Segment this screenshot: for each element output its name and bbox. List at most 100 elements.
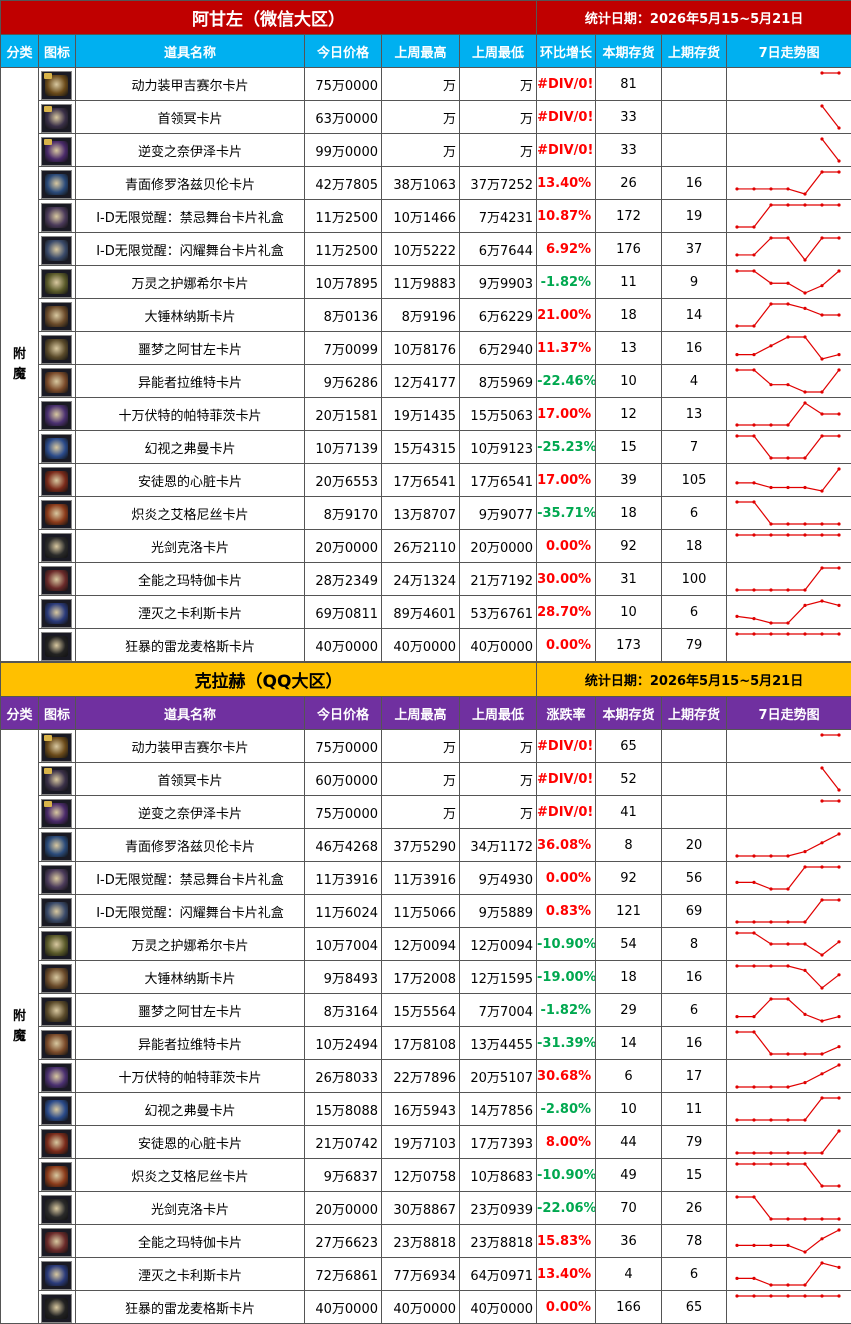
change-rate: -2.80% — [537, 1093, 596, 1126]
trend-point — [837, 1015, 840, 1018]
item-name: 湮灭之卡利斯卡片 — [76, 596, 305, 629]
trend-point — [837, 1294, 840, 1297]
item-name: 噩梦之阿甘左卡片 — [76, 994, 305, 1027]
trend-point — [786, 964, 789, 967]
today-price: 40万0000 — [305, 629, 382, 662]
item-name: 幻视之弗曼卡片 — [76, 1093, 305, 1126]
previous-stock: 6 — [662, 1258, 727, 1291]
table-row: 青面修罗洛兹贝伦卡片42万780538万106337万725213.40%261… — [1, 167, 851, 200]
trend-point — [735, 481, 738, 484]
trend-sparkline — [727, 1159, 851, 1192]
last-week-high: 17万8108 — [382, 1027, 460, 1060]
current-stock: 54 — [596, 928, 662, 961]
trend-point — [820, 203, 823, 206]
sparkline-chart — [727, 234, 851, 265]
blue-card-icon — [41, 599, 72, 628]
current-stock: 18 — [596, 961, 662, 994]
table-row: 光剑克洛卡片20万000030万886723万0939-22.06%7026 — [1, 1192, 851, 1225]
previous-stock: 6 — [662, 497, 727, 530]
gold-armor-card-icon — [41, 733, 72, 762]
last-week-high: 38万1063 — [382, 167, 460, 200]
current-stock: 11 — [596, 266, 662, 299]
table-row: 全能之玛特伽卡片28万234924万132421万719230.00%31100 — [1, 563, 851, 596]
trend-point — [769, 1243, 772, 1246]
trend-point — [837, 522, 840, 525]
current-stock: 29 — [596, 994, 662, 1027]
last-week-low: 40万0000 — [460, 1291, 537, 1324]
change-rate: #DIV/0! — [537, 796, 596, 829]
qq-col-header: 7日走势图 — [727, 697, 851, 730]
trend-point — [837, 1184, 840, 1187]
icon-cell — [39, 365, 76, 398]
red-card-icon — [41, 1129, 72, 1158]
trend-point — [820, 1151, 823, 1154]
trend-point — [735, 588, 738, 591]
icon-cell — [39, 431, 76, 464]
trend-point — [820, 533, 823, 536]
icon-cell — [39, 101, 76, 134]
last-week-high: 10万5222 — [382, 233, 460, 266]
previous-stock: 78 — [662, 1225, 727, 1258]
icon-cell — [39, 1192, 76, 1225]
trend-point — [803, 1283, 806, 1286]
blue-card-icon — [41, 832, 72, 861]
trend-point — [786, 1085, 789, 1088]
trend-point — [837, 1096, 840, 1099]
trend-point — [735, 353, 738, 356]
trend-point — [820, 522, 823, 525]
wechat-col-header: 上周最低 — [460, 35, 537, 68]
sparkline-chart — [727, 366, 851, 397]
trend-point — [820, 953, 823, 956]
trend-point — [769, 522, 772, 525]
trend-line — [737, 1131, 839, 1153]
trend-line — [737, 1197, 839, 1219]
previous-stock: 9 — [662, 266, 727, 299]
last-week-low: 万 — [460, 68, 537, 101]
last-week-high: 17万2008 — [382, 961, 460, 994]
icon-cell — [39, 266, 76, 299]
trend-point — [837, 940, 840, 943]
sparkline-chart — [727, 731, 851, 762]
previous-stock — [662, 763, 727, 796]
trend-point — [820, 766, 823, 769]
previous-stock: 79 — [662, 629, 727, 662]
last-week-high: 11万9883 — [382, 266, 460, 299]
last-week-low: 34万1172 — [460, 829, 537, 862]
trend-line — [737, 1263, 839, 1285]
last-week-low: 7万7004 — [460, 994, 537, 1027]
trend-point — [803, 203, 806, 206]
last-week-high: 16万5943 — [382, 1093, 460, 1126]
item-name: 青面修罗洛兹贝伦卡片 — [76, 829, 305, 862]
current-stock: 8 — [596, 829, 662, 862]
change-rate: -1.82% — [537, 266, 596, 299]
blue-card-icon — [41, 170, 72, 199]
trend-point — [786, 920, 789, 923]
trend-point — [735, 632, 738, 635]
wechat-table: 阿甘左（微信大区）统计日期：2026年5月15~5月21日分类图标道具名称今日价… — [0, 0, 851, 662]
current-stock: 166 — [596, 1291, 662, 1324]
trend-line — [737, 601, 839, 623]
current-stock: 52 — [596, 763, 662, 796]
qq-region-title: 克拉赫（QQ大区） — [1, 663, 537, 697]
today-price: 42万7805 — [305, 167, 382, 200]
qq-title-row: 克拉赫（QQ大区）统计日期：2026年5月15~5月21日 — [1, 663, 851, 697]
today-price: 99万0000 — [305, 134, 382, 167]
trend-point — [769, 203, 772, 206]
trend-point — [786, 1118, 789, 1121]
red-card-icon — [41, 467, 72, 496]
trend-point — [769, 942, 772, 945]
table-row: 首领冥卡片60万0000万万#DIV/0!52 — [1, 763, 851, 796]
trend-point — [786, 456, 789, 459]
last-week-high: 40万0000 — [382, 1291, 460, 1324]
item-name: 全能之玛特伽卡片 — [76, 563, 305, 596]
today-price: 10万2494 — [305, 1027, 382, 1060]
table-row: 异能者拉维特卡片10万249417万810813万4455-31.39%1416 — [1, 1027, 851, 1060]
item-name: 大锤林纳斯卡片 — [76, 961, 305, 994]
previous-stock: 100 — [662, 563, 727, 596]
last-week-low: 53万6761 — [460, 596, 537, 629]
wechat-region-title: 阿甘左（微信大区） — [1, 1, 537, 35]
sparkline-chart — [727, 995, 851, 1026]
trend-line — [737, 238, 839, 260]
last-week-high: 19万7103 — [382, 1126, 460, 1159]
current-stock: 4 — [596, 1258, 662, 1291]
